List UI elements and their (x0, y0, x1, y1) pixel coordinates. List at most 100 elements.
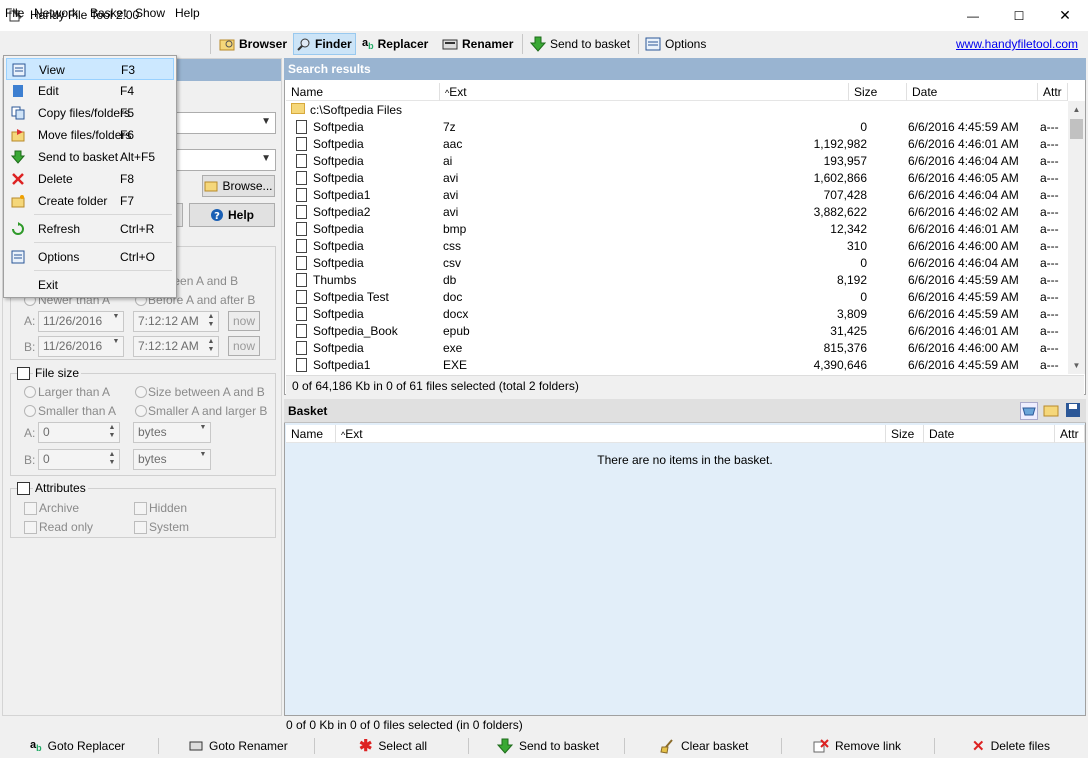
attributes-checkbox[interactable] (17, 482, 30, 495)
goto-renamer-button[interactable]: Goto Renamer (189, 736, 288, 756)
menu-item-refresh[interactable]: Refresh Ctrl+R (6, 218, 174, 240)
folder-row[interactable]: c:\Softpedia Files (286, 101, 1067, 118)
cell-attr: a--- (1040, 188, 1059, 202)
col-ext[interactable]: ^Ext (440, 83, 849, 101)
close-button[interactable]: ✕ (1042, 0, 1088, 31)
table-row[interactable]: Softpedia 7z 0 6/6/2016 4:45:59 AM a--- (286, 118, 1067, 135)
menu-item-send-to-basket[interactable]: Send to basket Alt+F5 (6, 146, 174, 168)
basket-col-size[interactable]: Size (886, 425, 924, 443)
basket-add-icon[interactable] (1020, 402, 1038, 420)
cell-name: Softpedia (313, 154, 364, 168)
menu-separator (34, 242, 172, 243)
remove-link-button[interactable]: Remove link (813, 736, 901, 756)
basket-col-ext[interactable]: ^Ext (336, 425, 886, 443)
website-link[interactable]: www.handyfiletool.com (956, 37, 1078, 51)
menu-file[interactable]: File (5, 6, 24, 20)
size-b-field[interactable]: 0 ▲ ▼ (38, 449, 120, 470)
bottom-send-to-basket-button[interactable]: Send to basket (497, 736, 599, 756)
search-path-combo[interactable]: ▼ (176, 112, 276, 134)
table-row[interactable]: Softpedia_Book epub 31,425 6/6/2016 4:46:01… (286, 322, 1067, 339)
time-a-field[interactable]: 7:12:12 AM ▲ ▼ (133, 311, 219, 332)
browser-button[interactable]: Browser (216, 33, 290, 55)
search-button-edge[interactable] (176, 203, 183, 227)
table-row[interactable]: Softpedia docx 3,809 6/6/2016 4:45:59 AM a--… (286, 305, 1067, 322)
scroll-up-icon[interactable]: ▲ (1068, 101, 1085, 118)
menu-item-copy[interactable]: Copy files/folders F5 (6, 102, 174, 124)
readonly-checkbox[interactable] (24, 521, 37, 534)
bottom-separator (468, 738, 469, 754)
table-row[interactable]: Softpedia2 avi 3,882,622 6/6/2016 4:46:02 A… (286, 203, 1067, 220)
menu-item-options[interactable]: Options Ctrl+O (6, 246, 174, 268)
size-larger-radio[interactable] (24, 386, 36, 398)
copy-icon (11, 106, 25, 120)
cell-ext: avi (443, 205, 459, 219)
menu-network[interactable]: Network (34, 6, 78, 20)
select-all-button[interactable]: ✱ Select all (359, 736, 427, 756)
basket-save-icon[interactable] (1065, 402, 1083, 420)
menu-item-delete[interactable]: Delete F8 (6, 168, 174, 190)
time-b-field[interactable]: 7:12:12 AM ▲ ▼ (133, 336, 219, 357)
date-a-now-button[interactable]: now (228, 311, 260, 331)
menu-show[interactable]: Show (135, 6, 165, 20)
system-checkbox[interactable] (134, 521, 147, 534)
date-b-now-button[interactable]: now (228, 336, 260, 356)
maximize-button[interactable]: ☐ (996, 0, 1042, 31)
menu-item-move[interactable]: Move files/folders F6 (6, 124, 174, 146)
hidden-checkbox[interactable] (134, 502, 147, 515)
menu-help[interactable]: Help (175, 6, 200, 20)
size-a-field[interactable]: 0 ▲ ▼ (38, 422, 120, 443)
bottom-separator (781, 738, 782, 754)
date-a-field[interactable]: 11/26/2016 ▼ (38, 311, 124, 332)
basket-status: 0 of 0 Kb in 0 of 0 files selected (in 0… (286, 718, 523, 732)
table-row[interactable]: Softpedia css 310 6/6/2016 4:46:00 AM a--- (286, 237, 1067, 254)
col-size[interactable]: Size (849, 83, 907, 101)
table-row[interactable]: Softpedia bmp 12,342 6/6/2016 4:46:01 AM a--… (286, 220, 1067, 237)
table-row[interactable]: Softpedia avi 1,602,866 6/6/2016 4:46:05 AM… (286, 169, 1067, 186)
table-row[interactable]: Softpedia1 EXE 4,390,646 6/6/2016 4:45:59 A… (286, 356, 1067, 373)
basket-col-name[interactable]: Name (286, 425, 336, 443)
goto-replacer-button[interactable]: ab Goto Replacer (30, 736, 125, 756)
table-row[interactable]: Softpedia aac 1,192,982 6/6/2016 4:46:01 AM… (286, 135, 1067, 152)
col-date[interactable]: Date (907, 83, 1038, 101)
table-row[interactable]: Softpedia Test doc 0 6/6/2016 4:45:59 AM a--… (286, 288, 1067, 305)
results-scrollbar[interactable]: ▲ ▼ (1068, 101, 1085, 374)
table-row[interactable]: Thumbs db 8,192 6/6/2016 4:45:59 AM a--- (286, 271, 1067, 288)
table-row[interactable]: Softpedia exe 815,376 6/6/2016 4:46:00 AM a-… (286, 339, 1067, 356)
size-between-radio[interactable] (135, 386, 147, 398)
scroll-thumb[interactable] (1070, 119, 1083, 139)
file-mask-combo[interactable]: ▼ (176, 149, 276, 171)
size-smaller-larger-radio[interactable] (135, 405, 147, 417)
clear-basket-button[interactable]: Clear basket (659, 736, 748, 756)
menu-item-edit[interactable]: Edit F4 (6, 80, 174, 102)
menu-item-exit[interactable]: Exit (6, 274, 174, 296)
menu-item-create-folder[interactable]: Create folder F7 (6, 190, 174, 212)
basket-col-attr[interactable]: Attr (1055, 425, 1085, 443)
size-a-unit-select[interactable]: bytes ▼ (133, 422, 211, 443)
file-icon (296, 120, 307, 134)
menu-item-view[interactable]: View F3 (6, 58, 174, 80)
col-attr[interactable]: Attr (1038, 83, 1068, 101)
browse-button[interactable]: Browse... (202, 175, 275, 197)
basket-col-date[interactable]: Date (924, 425, 1055, 443)
send-to-basket-button[interactable]: Send to basket (527, 33, 633, 55)
table-row[interactable]: Softpedia1 avi 707,428 6/6/2016 4:46:04 AM a… (286, 186, 1067, 203)
renamer-button[interactable]: Renamer (439, 33, 516, 55)
basket-open-icon[interactable] (1043, 402, 1061, 420)
minimize-button[interactable]: — (950, 0, 996, 31)
size-b-unit-select[interactable]: bytes ▼ (133, 449, 211, 470)
finder-button[interactable]: Finder (293, 33, 356, 55)
options-button[interactable]: Options (642, 33, 709, 55)
replacer-button[interactable]: ab Replacer (359, 33, 431, 55)
date-b-field[interactable]: 11/26/2016 ▼ (38, 336, 124, 357)
delete-files-button[interactable]: ✕ Delete files (972, 736, 1050, 756)
table-row[interactable]: Softpedia ai 193,957 6/6/2016 4:46:04 AM a--… (286, 152, 1067, 169)
col-name[interactable]: Name (286, 83, 440, 101)
table-row[interactable]: Softpedia csv 0 6/6/2016 4:46:04 AM a--- (286, 254, 1067, 271)
help-button[interactable]: ? Help (189, 203, 275, 227)
scroll-down-icon[interactable]: ▼ (1068, 357, 1085, 374)
file-size-checkbox[interactable] (17, 367, 30, 380)
close-icon: ✕ (1059, 7, 1071, 23)
archive-checkbox[interactable] (24, 502, 37, 515)
size-smaller-radio[interactable] (24, 405, 36, 417)
menu-basket[interactable]: Basket (90, 6, 127, 20)
